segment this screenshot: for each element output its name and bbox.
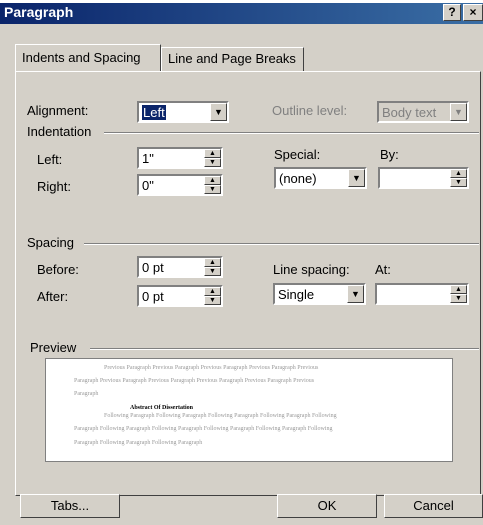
at-field[interactable]: ▲ ▼	[375, 283, 469, 305]
alignment-dropdown[interactable]: Left ▼	[137, 101, 229, 123]
spin-arrows-icon[interactable]: ▲ ▼	[204, 258, 221, 276]
preview-divider	[90, 348, 479, 350]
right-indent-value: 0"	[142, 178, 154, 193]
by-label: By:	[380, 147, 399, 162]
help-icon: ?	[448, 5, 456, 19]
close-button[interactable]: ×	[463, 4, 483, 21]
before-field[interactable]: 0 pt ▲ ▼	[137, 256, 223, 278]
preview-group-label: Preview	[30, 340, 77, 355]
tabs-button[interactable]: Tabs...	[20, 494, 120, 518]
indentation-divider	[104, 132, 479, 134]
outline-level-label: Outline level:	[272, 103, 348, 118]
preview-line-current: Abstract Of Dissertation	[130, 405, 193, 411]
chevron-down-icon[interactable]: ▼	[347, 285, 364, 303]
right-indent-label: Right:	[37, 179, 71, 194]
line-spacing-dropdown[interactable]: Single ▼	[273, 283, 366, 305]
preview-line: Paragraph Previous Paragraph Previous Pa…	[74, 378, 315, 384]
special-label: Special:	[274, 147, 321, 162]
preview-line: Paragraph	[74, 391, 99, 397]
left-indent-field[interactable]: 1" ▲ ▼	[137, 147, 223, 169]
left-indent-value: 1"	[142, 151, 154, 166]
alignment-value: Left	[142, 105, 166, 120]
help-button[interactable]: ?	[443, 4, 461, 21]
after-label: After:	[37, 289, 69, 304]
before-label: Before:	[37, 262, 79, 277]
indentation-group-label: Indentation	[27, 124, 92, 139]
preview-line: Following Paragraph Following Paragraph …	[104, 413, 337, 419]
spin-arrows-icon[interactable]: ▲ ▼	[204, 287, 221, 305]
after-field[interactable]: 0 pt ▲ ▼	[137, 285, 223, 307]
after-value: 0 pt	[142, 289, 164, 304]
dialog-body: Indents and Spacing Line and Page Breaks…	[0, 24, 483, 525]
spin-arrows-icon[interactable]: ▲ ▼	[450, 169, 467, 187]
preview-line: Paragraph Following Paragraph Following …	[74, 426, 333, 432]
alignment-label: Alignment:	[27, 103, 89, 118]
spin-arrows-icon[interactable]: ▲ ▼	[204, 149, 221, 167]
cancel-button[interactable]: Cancel	[384, 494, 483, 518]
spacing-divider	[84, 243, 479, 245]
at-label: At:	[375, 262, 391, 277]
close-icon: ×	[469, 5, 477, 19]
tab-indents-and-spacing[interactable]: Indents and Spacing	[15, 44, 161, 72]
preview-line: Paragraph Following Paragraph Following …	[74, 440, 203, 446]
spin-arrows-icon[interactable]: ▲ ▼	[450, 285, 467, 303]
left-indent-label: Left:	[37, 152, 63, 167]
ok-button[interactable]: OK	[277, 494, 377, 518]
outline-level-value: Body text	[382, 105, 437, 120]
window-title: Paragraph	[4, 4, 74, 20]
before-value: 0 pt	[142, 260, 164, 275]
right-indent-field[interactable]: 0" ▲ ▼	[137, 174, 223, 196]
special-dropdown[interactable]: (none) ▼	[274, 167, 367, 189]
line-spacing-value: Single	[278, 287, 315, 302]
chevron-down-icon[interactable]: ▼	[450, 103, 467, 121]
special-value: (none)	[279, 171, 317, 186]
preview-line: Previous Paragraph Previous Paragraph Pr…	[104, 365, 319, 371]
chevron-down-icon[interactable]: ▼	[348, 169, 365, 187]
preview-box: Previous Paragraph Previous Paragraph Pr…	[45, 358, 453, 462]
line-spacing-label: Line spacing:	[273, 262, 350, 277]
title-bar: Paragraph ? ×	[0, 0, 483, 24]
tab-line-and-page-breaks[interactable]: Line and Page Breaks	[161, 47, 304, 71]
spacing-group-label: Spacing	[27, 235, 74, 250]
by-field[interactable]: ▲ ▼	[378, 167, 469, 189]
tab-label: Line and Page Breaks	[168, 51, 296, 66]
spin-arrows-icon[interactable]: ▲ ▼	[204, 176, 221, 194]
tab-label: Indents and Spacing	[22, 50, 141, 65]
outline-level-dropdown[interactable]: Body text ▼	[377, 101, 469, 123]
chevron-down-icon[interactable]: ▼	[210, 103, 227, 121]
